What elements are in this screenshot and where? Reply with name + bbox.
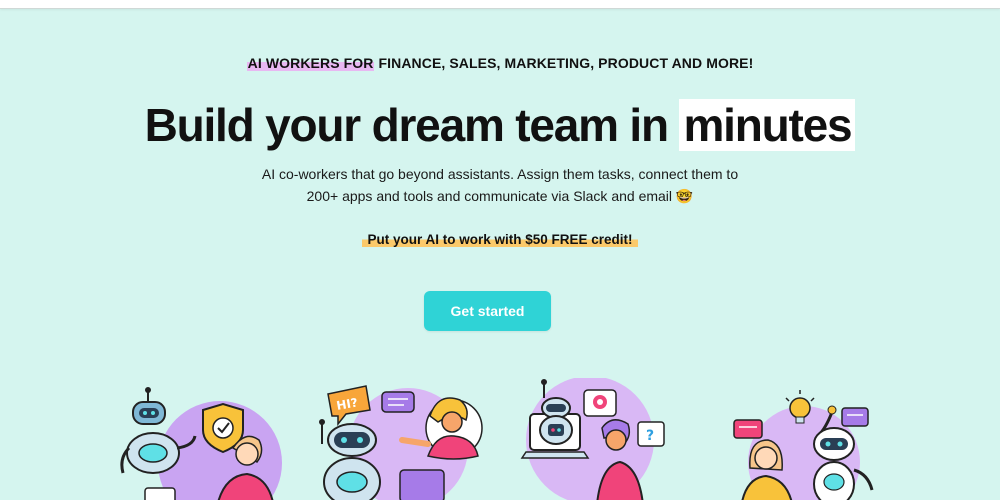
eyebrow-highlight: AI WORKERS FOR [246, 55, 375, 71]
browser-top-bar [0, 0, 1000, 9]
promo-text: Put your AI to work with $50 FREE credit… [362, 232, 638, 247]
question-mark: ? [646, 428, 654, 444]
hero-subtext: AI co-workers that go beyond assistants.… [261, 166, 739, 204]
question-bubble-icon: ? [637, 421, 665, 447]
gear-icon [583, 389, 617, 417]
illustration-robot-laptop: ? [520, 378, 690, 500]
promo-banner: Put your AI to work with $50 FREE credit… [0, 232, 1000, 247]
illustration-robot-chat: HI? [318, 378, 488, 500]
message-icon [381, 391, 415, 413]
illustration-robot-idea [722, 378, 892, 500]
get-started-button[interactable]: Get started [424, 291, 551, 331]
eyebrow-rest: FINANCE, SALES, MARKETING, PRODUCT AND M… [374, 55, 754, 71]
page-title: Build your dream team in minutes [0, 98, 1000, 152]
headline-highlight-word: minutes [679, 99, 856, 151]
eyebrow-text: AI WORKERS FOR FINANCE, SALES, MARKETING… [0, 55, 1000, 71]
illustration-robot-shield [115, 378, 285, 500]
headline-main: Build your dream team in [144, 99, 680, 151]
